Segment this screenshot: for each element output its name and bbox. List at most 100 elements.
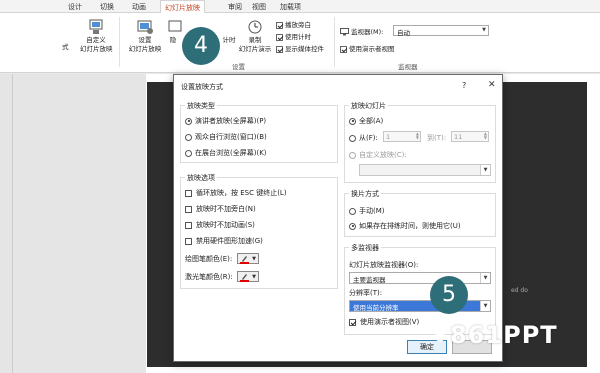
from-spinner[interactable]: 1 ▲ ▼ — [383, 131, 421, 142]
option-label: 如果存在排练时间，则使用它(U) — [359, 222, 461, 230]
tab-review[interactable]: 审阅 — [228, 2, 242, 12]
tab-addins[interactable]: 加载项 — [280, 2, 301, 12]
checkbox-checked[interactable] — [276, 21, 283, 29]
checkbox-checked[interactable] — [276, 33, 283, 41]
to-spinner[interactable]: 11 ▲ ▼ — [451, 131, 489, 142]
checkbox-checked[interactable] — [349, 318, 356, 326]
pen-color-button[interactable]: ▼ — [237, 253, 259, 264]
monitor-select[interactable]: 自动 ▼ — [393, 25, 489, 37]
stack-icon — [430, 327, 450, 343]
show-options-group: 放映选项 循环放映，按 ESC 键终止(L) 放映时不加旁白(N) 放映时不加动… — [180, 173, 338, 289]
custom-show-label: 自定义 幻灯片放映 — [80, 36, 113, 53]
presenter-view-checkbox[interactable]: 使用演示者视图(V) — [349, 317, 419, 327]
radio-unselected[interactable] — [185, 149, 192, 157]
laser-color-swatch — [240, 280, 249, 282]
play-narration-label: 播放旁白 — [285, 21, 311, 29]
checkbox-unchecked[interactable] — [185, 237, 192, 245]
monitor-label: 监视器(M): — [351, 28, 384, 36]
setup-show-button[interactable]: 设置 幻灯片放映 — [126, 19, 164, 54]
show-monitor-label: 幻灯片放映监视器(O): — [349, 261, 419, 269]
checkbox-checked[interactable] — [276, 45, 283, 53]
custom-show-select[interactable]: ▼ — [359, 164, 491, 176]
radio-custom-show[interactable]: 自定义放映(C): — [349, 150, 407, 160]
radio-kiosk-fullscreen[interactable]: 在展台浏览(全屏幕)(K) — [185, 148, 267, 158]
callout-badge-5: 5 — [430, 276, 468, 314]
option-label: 使用演示者视图(V) — [360, 318, 420, 326]
option-label: 循环放映，按 ESC 键终止(L) — [196, 189, 287, 197]
spinner-arrows-icon: ▲ ▼ — [415, 131, 419, 140]
show-type-group: 放映类型 演讲者放映(全屏幕)(P) 观众自行浏览(窗口)(B) 在展台浏览(全… — [180, 101, 338, 163]
tab-animations[interactable]: 动画 — [132, 2, 146, 12]
checkbox-checked[interactable] — [340, 45, 347, 53]
group-setup-label: 设置 — [232, 63, 245, 71]
setup-show-dialog: 设置放映方式 ? ✕ 放映类型 演讲者放映(全屏幕)(P) 观众自行浏览(窗口)… — [173, 74, 503, 362]
radio-disabled[interactable] — [349, 151, 356, 159]
help-icon[interactable]: ? — [462, 81, 466, 90]
use-timings-checkbox[interactable]: 使用计时 — [276, 31, 311, 41]
laser-color-button[interactable]: ▼ — [237, 271, 259, 282]
resolution-select[interactable]: 使用当前分辨率 ▼ — [349, 300, 491, 312]
advance-slides-group: 换片方式 手动(M) 如果存在排练时间，则使用它(U) — [344, 189, 496, 237]
record-button[interactable]: 录制 幻灯片演示 — [232, 19, 278, 54]
radio-audience-window[interactable]: 观众自行浏览(窗口)(B) — [185, 132, 267, 142]
show-media-controls-checkbox[interactable]: 显示媒体控件 — [276, 43, 324, 53]
radio-unselected[interactable] — [349, 134, 356, 142]
option-label: 在展台浏览(全屏幕)(K) — [195, 149, 267, 157]
to-label: 到(T): — [427, 134, 447, 142]
show-options-legend: 放映选项 — [185, 173, 217, 183]
option-label: 放映时不加旁白(N) — [196, 205, 256, 213]
laser-color-label: 激光笔颜色(R): — [185, 273, 233, 281]
radio-manual-advance[interactable]: 手动(M) — [349, 206, 385, 216]
spinner-arrows-icon: ▲ ▼ — [483, 131, 487, 140]
slide-text: ed do — [511, 287, 528, 294]
presenter-view-ribbon-checkbox[interactable]: 使用演示者视图 — [340, 43, 395, 53]
chevron-down-icon: ▼ — [480, 165, 490, 175]
callout-badge-4: 4 — [182, 27, 220, 65]
watermark-logo: 861PPT — [430, 321, 558, 349]
show-monitor-select[interactable]: 主要监视器 ▼ — [349, 272, 491, 284]
radio-selected[interactable] — [185, 117, 192, 125]
checkbox-unchecked[interactable] — [185, 205, 192, 213]
radio-all-slides[interactable]: 全部(A) — [349, 116, 383, 126]
laser-pointer-icon — [242, 274, 247, 280]
radio-use-timings[interactable]: 如果存在排练时间，则使用它(U) — [349, 221, 461, 231]
option-label: 放映时不加动画(S) — [196, 221, 255, 229]
to-value: 11 — [454, 133, 463, 141]
group-monitor-label: 监视器 — [398, 63, 418, 71]
option-label: 全部(A) — [359, 117, 384, 125]
disable-hw-accel-checkbox[interactable]: 禁用硬件图形加速(G) — [185, 236, 263, 246]
ribbon: 式 自定义 幻灯片放映 设置 幻灯片放映 隐 计时 录制 幻灯片演示 播放旁白 … — [0, 13, 600, 73]
tab-design[interactable]: 设计 — [68, 2, 82, 12]
radio-selected[interactable] — [349, 117, 356, 125]
option-label: 演讲者放映(全屏幕)(P) — [195, 117, 267, 125]
option-label: 从(F): — [359, 134, 378, 142]
ribbon-tab-bar: 设计 切换 动画 幻灯片放映 审阅 视图 加载项 — [0, 0, 600, 14]
partial-label: 式 — [62, 43, 69, 51]
chevron-down-icon: ▼ — [480, 301, 490, 311]
radio-presenter-fullscreen[interactable]: 演讲者放映(全屏幕)(P) — [185, 116, 266, 126]
tab-view[interactable]: 视图 — [252, 2, 266, 12]
radio-selected[interactable] — [349, 222, 356, 230]
tab-slideshow[interactable]: 幻灯片放映 — [160, 0, 205, 14]
option-label: 手动(M) — [359, 207, 385, 215]
option-label: 观众自行浏览(窗口)(B) — [195, 133, 267, 141]
checkbox-unchecked[interactable] — [185, 189, 192, 197]
custom-show-icon — [89, 19, 103, 34]
hide-slide-button[interactable]: 隐 — [166, 19, 182, 45]
radio-from-slides[interactable]: 从(F): — [349, 133, 378, 143]
play-narration-checkbox[interactable]: 播放旁白 — [276, 19, 311, 29]
from-value: 1 — [386, 133, 391, 141]
radio-unselected[interactable] — [349, 207, 356, 215]
resolution-label: 分辨率(T): — [349, 289, 383, 297]
chevron-down-icon: ▼ — [482, 27, 486, 33]
custom-show-button[interactable]: 自定义 幻灯片放映 — [80, 19, 113, 54]
resolution-value: 使用当前分辨率 — [353, 304, 399, 312]
no-animation-checkbox[interactable]: 放映时不加动画(S) — [185, 220, 255, 230]
pen-icon — [242, 256, 247, 262]
loop-checkbox[interactable]: 循环放映，按 ESC 键终止(L) — [185, 188, 287, 198]
no-narration-checkbox[interactable]: 放映时不加旁白(N) — [185, 204, 256, 214]
radio-unselected[interactable] — [185, 133, 192, 141]
checkbox-unchecked[interactable] — [185, 221, 192, 229]
close-icon[interactable]: ✕ — [488, 80, 496, 90]
tab-transitions[interactable]: 切换 — [100, 2, 114, 12]
